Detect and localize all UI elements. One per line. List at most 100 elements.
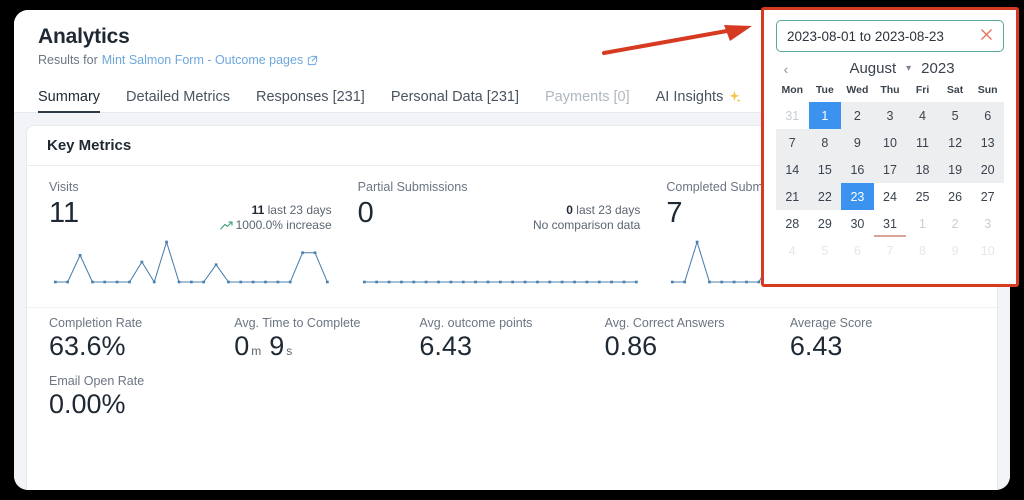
trend-up-icon [220, 221, 233, 230]
calendar-day-cell[interactable]: 4 [906, 102, 939, 129]
tab-ai-insights-label: AI Insights [656, 89, 724, 105]
calendar-day-cell[interactable]: 29 [809, 210, 842, 237]
calendar-day-cell: 9 [939, 237, 972, 264]
tab-payments[interactable]: Payments [0] [545, 89, 630, 112]
metric-visits-value: 11 [49, 196, 79, 230]
tab-personal-data-label: Personal Data [231] [391, 89, 519, 105]
metric-avg-outcome-points: Avg. outcome points 6.43 [419, 316, 604, 368]
metric-avg-outcome-points-label: Avg. outcome points [419, 316, 604, 330]
metric-completion-rate: Completion Rate 63.6% [49, 316, 234, 368]
metric-partial-submissions: Partial Submissions 0 0 last 23 days No … [358, 180, 667, 232]
calendar-week-row: 45678910 [776, 237, 1004, 264]
sparkle-icon [728, 90, 741, 105]
calendar-day-cell: 7 [874, 237, 907, 264]
calendar-day-cell[interactable]: 24 [874, 183, 907, 210]
annotation-arrow-icon [600, 20, 760, 60]
chevron-down-icon[interactable]: ▾ [906, 63, 911, 74]
metric-visits-trend-text: 1000.0% increase [236, 218, 332, 232]
calendar-day-cell[interactable]: 16 [841, 156, 874, 183]
calendar-day-cell[interactable]: 23 [841, 183, 874, 210]
calendar-grid: Mon Tue Wed Thu Fri Sat Sun 311234567891… [776, 81, 1004, 264]
calendar-day-cell[interactable]: 28 [776, 210, 809, 237]
calendar-day-cell[interactable]: 9 [841, 129, 874, 156]
calendar-day-cell[interactable]: 13 [971, 129, 1004, 156]
metric-avg-correct-answers: Avg. Correct Answers 0.86 [605, 316, 790, 368]
calendar-day-cell[interactable]: 31 [874, 210, 907, 237]
calendar-day-cell[interactable]: 21 [776, 183, 809, 210]
calendar-day-cell[interactable]: 22 [809, 183, 842, 210]
metric-avg-time-minutes: 0 [234, 330, 249, 363]
calendar-day-cell[interactable]: 12 [939, 129, 972, 156]
calendar-day-cell[interactable]: 7 [776, 129, 809, 156]
calendar-day-cell[interactable]: 1 [809, 102, 842, 129]
metric-partial-compare-value: 0 [566, 203, 573, 217]
tab-responses[interactable]: Responses [231] [256, 89, 365, 112]
calendar-day-cell[interactable]: 8 [809, 129, 842, 156]
calendar-day-cell[interactable]: 15 [809, 156, 842, 183]
calendar-day-cell[interactable]: 31 [776, 102, 809, 129]
metric-visits: Visits 11 11 last 23 days [49, 180, 358, 232]
tab-ai-insights[interactable]: AI Insights [656, 89, 742, 112]
calendar-day-cell[interactable]: 3 [874, 102, 907, 129]
calendar-day-cell[interactable]: 10 [874, 129, 907, 156]
weekday-tue: Tue [809, 81, 842, 102]
external-link-icon[interactable] [307, 55, 318, 66]
metric-visits-compare-value: 11 [252, 203, 265, 217]
calendar-day-cell[interactable]: 18 [906, 156, 939, 183]
metric-partial-value: 0 [358, 196, 374, 230]
calendar-day-cell[interactable]: 20 [971, 156, 1004, 183]
calendar-day-cell: 8 [906, 237, 939, 264]
calendar-day-cell[interactable]: 25 [906, 183, 939, 210]
metric-avg-outcome-points-value: 6.43 [419, 330, 472, 363]
chart-visits-sparkline [49, 236, 358, 297]
tab-detailed-metrics[interactable]: Detailed Metrics [126, 89, 230, 112]
metric-partial-label: Partial Submissions [358, 180, 667, 194]
calendar-day-cell[interactable]: 3 [971, 210, 1004, 237]
calendar-year-label[interactable]: 2023 [921, 60, 954, 77]
weekday-sun: Sun [971, 81, 1004, 102]
metric-email-open-rate: Email Open Rate 0.00% [49, 374, 234, 421]
calendar-day-cell[interactable]: 14 [776, 156, 809, 183]
tab-payments-label: Payments [0] [545, 89, 630, 105]
metric-completion-rate-label: Completion Rate [49, 316, 234, 330]
bottom-metrics-row-2: Email Open Rate 0.00% [27, 368, 997, 421]
weekday-thu: Thu [874, 81, 907, 102]
tab-personal-data[interactable]: Personal Data [231] [391, 89, 519, 112]
calendar-day-cell[interactable]: 27 [971, 183, 1004, 210]
calendar-day-cell[interactable]: 26 [939, 183, 972, 210]
date-range-input[interactable]: 2023-08-01 to 2023-08-23 [776, 20, 1004, 52]
metric-visits-comparison: 11 last 23 days [220, 196, 358, 232]
calendar-week-row: 31123456 [776, 102, 1004, 129]
metric-avg-time: Avg. Time to Complete 0 m 9 s [234, 316, 419, 368]
tab-responses-label: Responses [231] [256, 89, 365, 105]
metric-avg-correct-answers-value: 0.86 [605, 330, 658, 363]
calendar-day-cell[interactable]: 17 [874, 156, 907, 183]
metric-email-open-rate-value: 0.00% [49, 388, 126, 421]
date-range-picker: 2023-08-01 to 2023-08-23 ‹ August ▾ 2023 [761, 7, 1019, 287]
tab-detailed-metrics-label: Detailed Metrics [126, 89, 230, 105]
calendar-day-cell[interactable]: 30 [841, 210, 874, 237]
metric-average-score-value: 6.43 [790, 330, 843, 363]
chevron-left-icon[interactable]: ‹ [778, 61, 794, 77]
weekday-wed: Wed [841, 81, 874, 102]
card-title: Key Metrics [47, 137, 131, 154]
calendar-day-cell[interactable]: 1 [906, 210, 939, 237]
calendar-day-cell[interactable]: 11 [906, 129, 939, 156]
calendar-day-cell[interactable]: 2 [841, 102, 874, 129]
calendar-day-cell[interactable]: 19 [939, 156, 972, 183]
tab-summary[interactable]: Summary [38, 89, 100, 112]
calendar-day-cell[interactable]: 2 [939, 210, 972, 237]
calendar-day-cell: 10 [971, 237, 1004, 264]
calendar-week-row: 28293031123 [776, 210, 1004, 237]
calendar-weekday-header: Mon Tue Wed Thu Fri Sat Sun [776, 81, 1004, 102]
calendar-day-cell[interactable]: 6 [971, 102, 1004, 129]
metric-avg-time-label: Avg. Time to Complete [234, 316, 419, 330]
calendar-month-label[interactable]: August [849, 60, 896, 77]
close-icon[interactable] [974, 28, 993, 44]
bottom-metrics-row: Completion Rate 63.6% Avg. Time to Compl… [27, 307, 997, 368]
tab-summary-label: Summary [38, 89, 100, 105]
form-link[interactable]: Mint Salmon Form - Outcome pages [102, 53, 303, 67]
metric-partial-comparison: 0 last 23 days No comparison data [533, 196, 666, 232]
chart-partial-submissions-sparkline [358, 236, 667, 297]
calendar-day-cell[interactable]: 5 [939, 102, 972, 129]
